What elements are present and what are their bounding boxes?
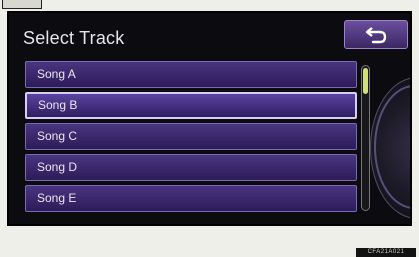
track-label: Song E: [37, 191, 77, 205]
track-item[interactable]: Song B: [25, 92, 357, 119]
return-arrow-icon: [365, 26, 387, 43]
track-label: Song C: [37, 129, 78, 143]
scrollbar[interactable]: [361, 65, 370, 211]
scrollbar-thumb[interactable]: [363, 68, 368, 94]
page-title: Select Track: [23, 28, 125, 48]
top-tab: [2, 0, 42, 9]
track-item[interactable]: Song A: [25, 61, 357, 88]
back-button[interactable]: [344, 20, 408, 49]
track-list: Song A Song B Song C Song D Song E: [25, 61, 357, 216]
track-label: Song D: [37, 160, 78, 174]
reference-code: CFA21A021: [356, 248, 416, 257]
track-label: Song A: [37, 67, 76, 81]
track-item[interactable]: Song C: [25, 123, 357, 150]
display-screen: Select Track Song A Song B Song C Song D Son…: [7, 11, 412, 226]
track-label: Song B: [38, 98, 78, 112]
track-item[interactable]: Song E: [25, 185, 357, 212]
track-item[interactable]: Song D: [25, 154, 357, 181]
